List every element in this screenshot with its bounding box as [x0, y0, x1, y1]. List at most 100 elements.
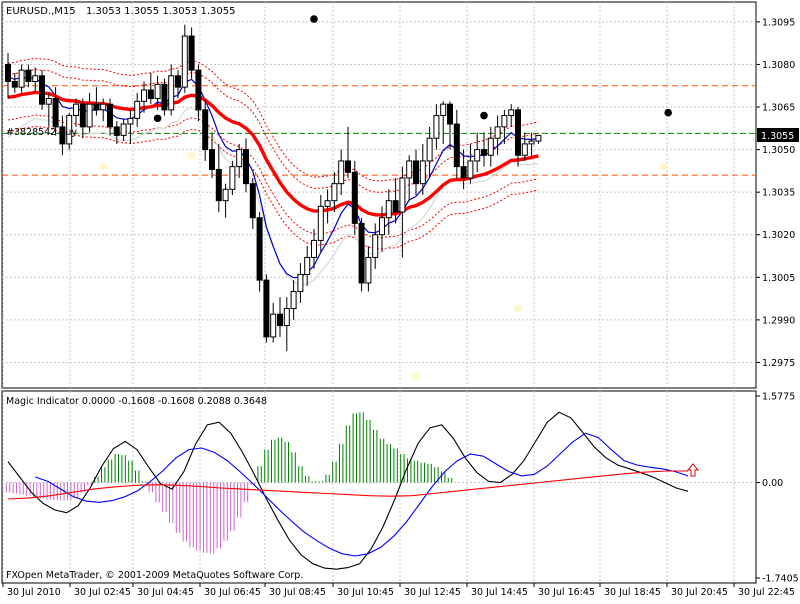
osc-tick-label: 1.5775	[762, 392, 795, 403]
bear-candle	[453, 123, 460, 168]
bear-candle	[79, 103, 86, 128]
chart-canvas[interactable]: 1.3095 1.3080 1.3065 1.3050 1.3035 1.3020 1.30…	[0, 0, 800, 600]
bull-candle	[379, 217, 385, 236]
bull-candle	[32, 75, 39, 82]
bull-candle	[290, 291, 297, 310]
bull-candle	[181, 35, 188, 88]
bull-candle	[236, 149, 243, 168]
bear-candle	[147, 89, 154, 99]
bear-candle	[358, 222, 365, 284]
fractal-down-dot	[412, 372, 420, 381]
bull-candle	[467, 160, 474, 179]
bull-candle	[406, 160, 413, 179]
footer-copyright: FXOpen MetaTrader, © 2001-2009 MetaQuote…	[6, 570, 303, 581]
bull-candle	[229, 166, 236, 190]
bear-candle	[5, 63, 11, 82]
indicator-header: Magic Indicator 0.0000 -0.1608 -0.1608 0…	[6, 396, 267, 407]
bull-candle	[535, 134, 542, 142]
osc-tick-label: 0.00	[762, 478, 783, 489]
bear-candle	[175, 75, 181, 88]
ohlc-label: 1.3053 1.3055 1.3053 1.3055	[86, 6, 236, 17]
bull-candle	[365, 256, 372, 284]
bear-candle	[277, 313, 283, 327]
bull-candle	[399, 177, 406, 213]
time-tick-label: 30 Jul 16:45	[538, 587, 595, 598]
bull-candle	[528, 140, 535, 145]
bear-candle	[481, 149, 487, 156]
fractal-down-dot	[99, 162, 107, 171]
bull-candle	[297, 273, 304, 292]
bull-candle	[73, 103, 79, 117]
bear-candle	[351, 171, 358, 224]
bull-candle	[134, 100, 141, 119]
fractal-up-dot	[310, 15, 318, 23]
order-label: #3828542 buy	[6, 127, 77, 138]
bull-candle	[141, 89, 147, 102]
bull-candle	[433, 115, 440, 139]
time-tick-label: 30 Jul 18:45	[604, 587, 661, 598]
time-tick-label: 30 Jul 06:45	[204, 587, 261, 598]
bear-candle	[11, 80, 18, 88]
time-tick-label: 30 Jul 08:45	[269, 587, 326, 598]
bull-candle	[127, 117, 134, 125]
bull-candle	[338, 160, 345, 185]
fractal-down-dot	[187, 151, 196, 160]
bear-candle	[209, 149, 215, 170]
bull-candle	[494, 126, 501, 139]
price-tick-label: 1.3095	[762, 17, 795, 28]
time-tick-label: 30 Jul 2010	[7, 587, 61, 598]
bull-candle	[426, 137, 433, 162]
fractal-up-dot	[664, 108, 672, 117]
time-tick-label: 30 Jul 04:45	[137, 587, 194, 598]
bull-candle	[331, 183, 338, 202]
bull-candle	[222, 188, 229, 202]
bear-candle	[392, 200, 399, 213]
bull-candle	[311, 239, 317, 258]
bear-candle	[447, 103, 453, 125]
price-tick-label: 1.3065	[762, 103, 795, 114]
price-tick-label: 1.3080	[762, 60, 795, 71]
time-tick-label: 30 Jul 10:45	[337, 587, 394, 598]
fractal-down-dot	[514, 304, 522, 313]
bear-candle	[256, 217, 263, 281]
bear-candle	[25, 69, 32, 82]
bear-candle	[413, 160, 419, 185]
price-tick-label: 1.2975	[762, 358, 795, 369]
bull-candle	[283, 308, 290, 327]
price-tick-label: 1.3050	[762, 145, 795, 156]
bear-candle	[93, 103, 100, 111]
time-tick-label: 30 Jul 12:45	[404, 587, 461, 598]
bull-candle	[304, 256, 311, 275]
bull-candle	[86, 103, 93, 128]
bear-candle	[113, 126, 120, 136]
time-tick-label: 30 Jul 14:45	[471, 587, 528, 598]
bull-candle	[100, 103, 107, 111]
bear-candle	[39, 75, 45, 105]
price-tick-label: 1.3005	[762, 273, 795, 284]
bear-candle	[107, 103, 113, 128]
bull-candle	[501, 115, 508, 128]
fractal-up-dot	[480, 111, 488, 120]
bear-candle	[188, 35, 195, 71]
bull-candle	[440, 103, 447, 117]
price-tick-label: 1.3020	[762, 230, 795, 241]
bull-candle	[508, 109, 515, 117]
bull-candle	[317, 205, 324, 241]
bear-candle	[202, 109, 209, 151]
bull-candle	[474, 149, 481, 162]
fractal-up-dot	[153, 114, 162, 123]
fractal-down-dot	[659, 162, 667, 171]
bull-candle	[154, 83, 161, 99]
bull-candle	[324, 200, 331, 207]
bear-candle	[243, 149, 249, 185]
bull-candle	[168, 75, 175, 111]
bull-candle	[487, 137, 494, 156]
bear-candle	[215, 168, 222, 202]
time-tick-label: 30 Jul 20:45	[671, 587, 728, 598]
bear-candle	[195, 69, 202, 111]
bull-candle	[372, 234, 379, 258]
price-tick-label: 1.2990	[762, 315, 795, 326]
bear-candle	[263, 279, 270, 338]
bear-candle	[515, 109, 521, 156]
time-tick-label: 30 Jul 02:45	[74, 587, 131, 598]
